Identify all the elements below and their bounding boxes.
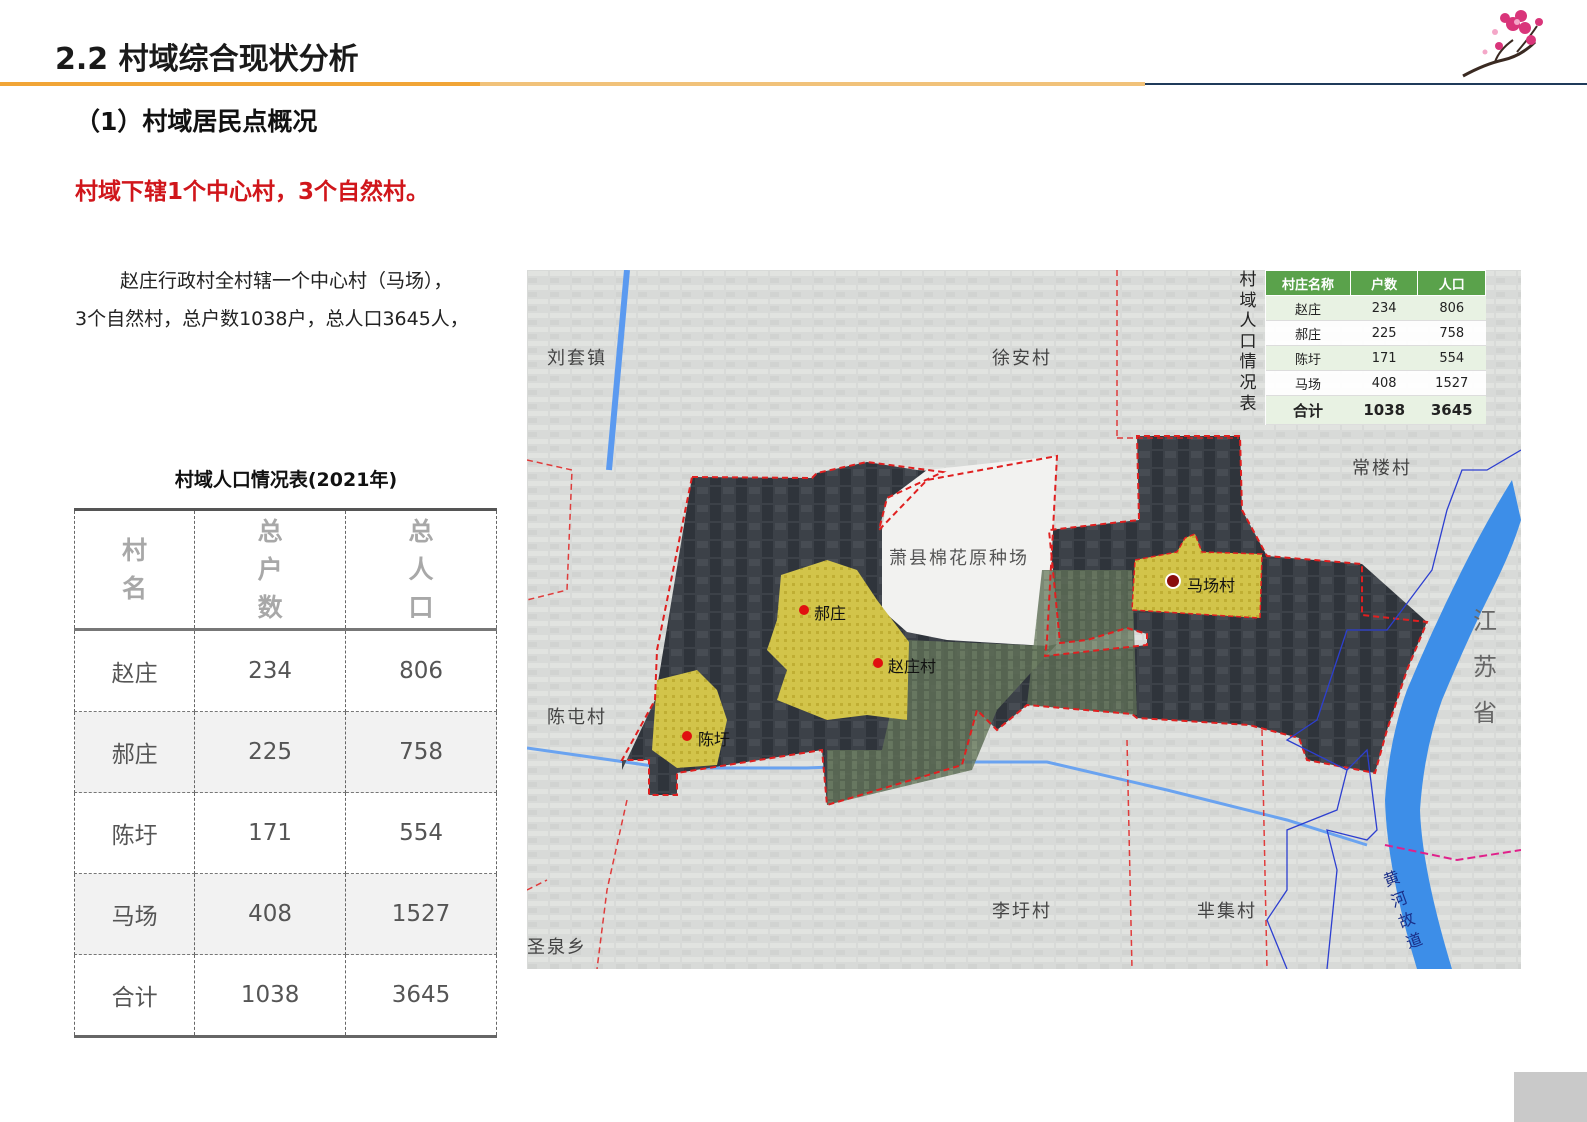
table-cell: 马场 xyxy=(1265,370,1351,396)
table-row: 郝庄 225 758 xyxy=(1265,320,1486,346)
table-row: 陈圩 171 554 xyxy=(73,792,497,874)
place-label: 芈集村 xyxy=(1197,901,1257,922)
table-row: 赵庄 234 806 xyxy=(1265,295,1486,321)
table-cell: 陈圩 xyxy=(73,792,196,874)
table-cell: 806 xyxy=(1417,295,1486,321)
table-cell: 171 xyxy=(1350,345,1418,371)
inset-population-table: 村庄名称 户数 人口 赵庄 234 806 郝庄 225 758 陈圩 171 … xyxy=(1265,270,1486,425)
village-marker xyxy=(799,605,809,615)
table-cell: 马场 xyxy=(73,873,196,955)
inset-header-row: 村庄名称 户数 人口 xyxy=(1265,270,1486,296)
table-cell: 234 xyxy=(194,629,347,712)
village-label: 赵庄村 xyxy=(888,657,937,676)
table-cell: 合计 xyxy=(1265,395,1351,425)
table-cell: 郝庄 xyxy=(1265,320,1351,346)
table-cell: 806 xyxy=(345,629,497,712)
body-text-line-2: 3个自然村，总户数1038户，总人口3645人， xyxy=(75,308,469,330)
population-table: 村名 总户数 总人口 赵庄 234 806 郝庄 225 758 陈圩 171 … xyxy=(73,508,497,1038)
inset-header-cell: 人口 xyxy=(1417,270,1486,296)
table-header-cell: 总户数 xyxy=(194,509,347,631)
village-label: 马场村 xyxy=(1187,576,1236,595)
table-cell: 郝庄 xyxy=(73,711,196,793)
table-cell: 758 xyxy=(1417,320,1486,346)
center-village-marker xyxy=(1165,573,1181,589)
body-text-line-1: 赵庄行政村全村辖一个中心村（马场）， xyxy=(120,270,453,292)
province-label: 江苏省 xyxy=(1473,607,1497,727)
table-row: 赵庄 234 806 xyxy=(73,629,497,712)
table-caption: 村域人口情况表(2021年) xyxy=(174,469,398,491)
village-marker xyxy=(682,731,692,741)
table-row: 合计 1038 3645 xyxy=(1265,395,1486,425)
table-cell: 408 xyxy=(194,873,347,955)
table-cell: 554 xyxy=(1417,345,1486,371)
title-rule xyxy=(0,82,1587,86)
page-title: 2.2 村域综合现状分析 xyxy=(55,42,359,77)
place-label: 萧县棉花原种场 xyxy=(889,548,1029,569)
table-cell: 225 xyxy=(1350,320,1418,346)
table-cell: 赵庄 xyxy=(73,629,196,712)
section-title: （1）村域居民点概况 xyxy=(75,107,318,136)
table-row: 马场 408 1527 xyxy=(73,873,497,955)
table-row: 马场 408 1527 xyxy=(1265,370,1486,396)
village-marker xyxy=(873,658,883,668)
table-header-row: 村名 总户数 总人口 xyxy=(73,509,497,631)
table-row: 陈圩 171 554 xyxy=(1265,345,1486,371)
village-area-map: 刘套镇 徐安村 常楼村 萧县棉花原种场 陈屯村 李圩村 芈集村 圣泉乡 江苏省 … xyxy=(527,270,1521,969)
table-cell: 225 xyxy=(194,711,347,793)
table-row: 合计 1038 3645 xyxy=(73,954,497,1038)
place-label: 陈屯村 xyxy=(547,707,607,728)
table-row: 郝庄 225 758 xyxy=(73,711,497,793)
table-cell: 3645 xyxy=(1417,395,1486,425)
table-header-cell: 总人口 xyxy=(345,509,497,631)
village-label: 郝庄 xyxy=(814,604,847,623)
table-header-cell: 村名 xyxy=(73,509,196,631)
table-cell: 554 xyxy=(345,792,497,874)
table-cell: 1527 xyxy=(345,873,497,955)
table-cell: 1038 xyxy=(1350,395,1418,425)
place-label: 刘套镇 xyxy=(547,348,607,369)
table-cell: 3645 xyxy=(345,954,497,1038)
table-cell: 陈圩 xyxy=(1265,345,1351,371)
table-cell: 1527 xyxy=(1417,370,1486,396)
plum-blossom-logo xyxy=(1462,10,1543,78)
place-label: 李圩村 xyxy=(992,901,1052,922)
table-cell: 合计 xyxy=(73,954,196,1038)
table-cell: 1038 xyxy=(194,954,347,1038)
page-number-box xyxy=(1514,1072,1587,1122)
table-cell: 171 xyxy=(194,792,347,874)
inset-header-cell: 户数 xyxy=(1349,270,1419,296)
highlight-statement: 村域下辖1个中心村，3个自然村。 xyxy=(75,179,430,205)
table-cell: 758 xyxy=(345,711,497,793)
inset-header-cell: 村庄名称 xyxy=(1265,270,1351,296)
table-cell: 408 xyxy=(1350,370,1418,396)
place-label: 徐安村 xyxy=(992,348,1052,369)
table-cell: 赵庄 xyxy=(1265,295,1351,321)
village-label: 陈圩 xyxy=(698,730,731,749)
place-label: 常楼村 xyxy=(1352,458,1412,479)
table-cell: 234 xyxy=(1350,295,1418,321)
inset-table-caption: 村域人口情况表 xyxy=(1239,270,1257,414)
place-label: 圣泉乡 xyxy=(527,937,587,958)
